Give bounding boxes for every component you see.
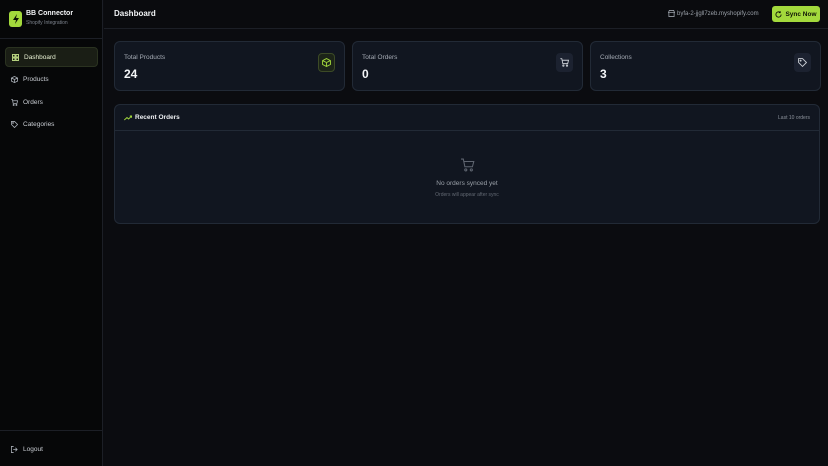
store-icon (668, 10, 675, 17)
sync-now-label: Sync Now (785, 10, 817, 18)
stat-label: Collections (600, 54, 632, 61)
recent-orders-header: Recent Orders Last 10 orders (115, 105, 819, 131)
recent-orders-panel: Recent Orders Last 10 orders No orders s… (114, 104, 820, 224)
sidebar-item-dashboard[interactable]: Dashboard (5, 47, 98, 67)
stat-label: Total Orders (362, 54, 398, 61)
sidebar-item-label: Products (23, 75, 49, 83)
refresh-icon (775, 10, 783, 18)
sidebar-item-label: Orders (23, 98, 43, 106)
empty-state-title: No orders synced yet (436, 180, 498, 187)
bolt-logo-icon (9, 11, 22, 27)
stat-value: 0 (362, 67, 369, 81)
sidebar-divider (0, 38, 103, 39)
brand-subtitle: Shopify Integration (26, 20, 68, 26)
page-title: Dashboard (114, 9, 156, 18)
sidebar-item-orders[interactable]: Orders (5, 92, 98, 112)
logout-button[interactable]: Logout (5, 439, 98, 459)
topbar: Dashboard byfa-2-jjgll7zeb.myshopify.com… (104, 0, 828, 29)
recent-orders-title-text: Recent Orders (135, 114, 180, 121)
box-icon (318, 53, 335, 72)
cart-icon (10, 98, 18, 106)
trending-up-icon (124, 115, 132, 121)
store-url-text: byfa-2-jjgll7zeb.myshopify.com (677, 10, 759, 17)
cart-icon (460, 157, 475, 172)
sidebar-item-categories[interactable]: Categories (5, 114, 98, 134)
logout-icon (10, 445, 18, 453)
stat-value: 3 (600, 67, 607, 81)
brand: BB Connector Shopify Integration (9, 10, 99, 30)
tag-icon (10, 120, 18, 128)
sidebar-item-products[interactable]: Products (5, 69, 98, 89)
empty-state-subtitle: Orders will appear after sync (435, 192, 499, 198)
store-url: byfa-2-jjgll7zeb.myshopify.com (668, 10, 759, 17)
sidebar-item-label: Categories (23, 120, 55, 128)
brand-title: BB Connector (26, 10, 74, 17)
recent-orders-meta: Last 10 orders (778, 115, 810, 121)
stat-card-total-orders: Total Orders 0 (352, 41, 583, 91)
dashboard-icon (11, 53, 19, 61)
stat-value: 24 (124, 67, 138, 81)
logout-label: Logout (23, 445, 43, 453)
tag-icon (794, 53, 811, 72)
stat-card-collections: Collections 3 (590, 41, 821, 91)
sync-now-button[interactable]: Sync Now (772, 6, 820, 22)
box-icon (10, 75, 18, 83)
stat-card-total-products: Total Products 24 (114, 41, 345, 91)
sidebar: BB Connector Shopify Integration Dashboa… (0, 0, 103, 466)
sidebar-item-label: Dashboard (24, 53, 56, 61)
sidebar-divider (0, 430, 103, 431)
recent-orders-title: Recent Orders (124, 114, 180, 121)
stat-label: Total Products (124, 54, 166, 61)
cart-icon (556, 53, 573, 72)
